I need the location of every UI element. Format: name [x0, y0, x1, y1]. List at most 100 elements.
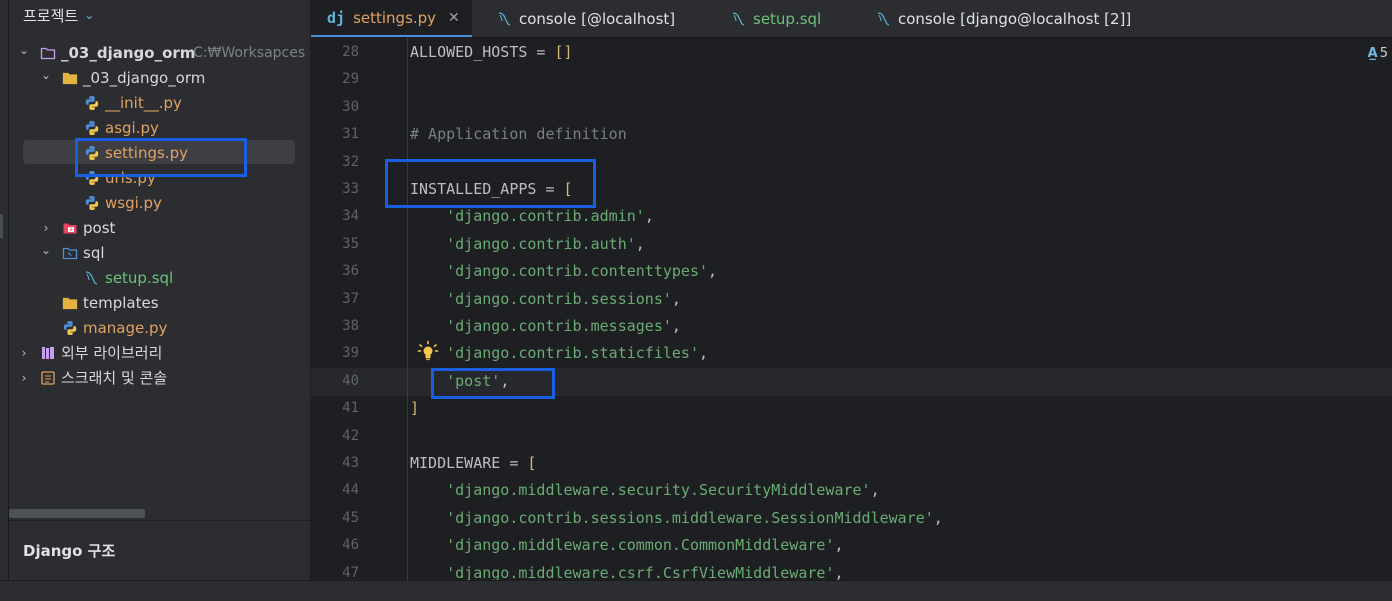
tree-item-label: setup.sql: [105, 268, 174, 287]
tree-item[interactable]: › Bpost: [9, 215, 310, 240]
code-line[interactable]: INSTALLED_APPS = [: [410, 176, 573, 203]
sql-folder-icon: [61, 244, 79, 262]
gutter-divider: [407, 38, 408, 580]
line-number: 42: [342, 427, 359, 444]
python-file-icon: [83, 194, 101, 212]
inspection-widget[interactable]: A̲ 5: [1368, 46, 1388, 61]
tree-item[interactable]: wsgi.py: [9, 190, 310, 215]
editor-tab[interactable]: console [django@localhost [2]]: [860, 0, 1143, 37]
line-number: 39: [342, 345, 359, 362]
editor-tab[interactable]: setup.sql: [715, 0, 833, 37]
line-number: 43: [342, 455, 359, 471]
line-number: 35: [342, 235, 359, 252]
tree-item-path: C:₩Worksapces: [193, 44, 306, 61]
tool-strip-marker: [0, 214, 3, 238]
chevron-down-icon[interactable]: ⌄: [17, 43, 31, 57]
folder-icon: [61, 294, 79, 312]
code-line[interactable]: MIDDLEWARE = [: [410, 450, 536, 477]
line-number: 34: [342, 208, 359, 225]
code-line[interactable]: ]: [410, 395, 419, 422]
tree-item[interactable]: › 외부 라이브러리: [9, 340, 310, 365]
project-panel-title: 프로젝트: [23, 6, 79, 25]
code-line[interactable]: 'django.middleware.common.CommonMiddlewa…: [410, 532, 843, 559]
line-number: 32: [342, 153, 359, 170]
tree-item[interactable]: asgi.py: [9, 115, 310, 140]
chevron-right-icon[interactable]: ›: [17, 371, 31, 385]
python-file-icon: [83, 144, 101, 162]
tree-item[interactable]: urls.py: [9, 165, 310, 190]
code-line[interactable]: 'post',: [410, 368, 509, 395]
library-icon: [39, 344, 57, 362]
code-editor[interactable]: A̲ 5 28 ALLOWED_HOSTS = [] 29 30 31 # Applica…: [311, 38, 1392, 580]
python-file-icon: [83, 94, 101, 112]
tree-item[interactable]: setup.sql: [9, 265, 310, 290]
line-number: 41: [342, 400, 359, 417]
scratches-icon: [39, 369, 57, 387]
tree-item-label: 스크래치 및 콘솔: [61, 369, 168, 387]
tree-item[interactable]: ⌄ _03_django_orm C:₩Worksapces: [9, 40, 310, 65]
chevron-down-icon[interactable]: ⌄: [84, 8, 94, 22]
line-number: 46: [342, 537, 359, 554]
code-line[interactable]: # Application definition: [410, 121, 627, 148]
line-number: 37: [342, 290, 359, 307]
code-line[interactable]: 'django.contrib.contenttypes',: [410, 258, 717, 285]
project-panel-header[interactable]: 프로젝트 ⌄: [23, 4, 94, 26]
tree-item[interactable]: ⌄ sql: [9, 240, 310, 265]
code-line[interactable]: 'django.contrib.sessions.middleware.Sess…: [410, 505, 943, 532]
panel-divider: [9, 520, 310, 521]
line-number: 38: [342, 318, 359, 334]
line-number: 29: [342, 71, 359, 88]
line-number: 40: [342, 372, 359, 389]
inspection-count: 5: [1379, 46, 1388, 61]
python-file-icon: [83, 119, 101, 137]
line-number: 28: [342, 44, 359, 60]
tree-item[interactable]: __init__.py: [9, 90, 310, 115]
django-icon: dj: [327, 8, 346, 27]
code-line[interactable]: 'django.contrib.messages',: [410, 313, 681, 340]
dolphin-icon: [731, 11, 747, 27]
editor-tab-label: settings.py: [353, 8, 437, 27]
chevron-down-icon[interactable]: ⌄: [39, 243, 53, 257]
code-line[interactable]: ALLOWED_HOSTS = []: [410, 39, 573, 66]
tree-item[interactable]: › 스크래치 및 콘솔: [9, 365, 310, 390]
structure-panel-title: Django 구조: [23, 542, 116, 560]
tree-item-label: manage.py: [83, 318, 168, 337]
tree-item-label: asgi.py: [105, 118, 159, 137]
editor-tab[interactable]: dj settings.py ✕: [311, 0, 472, 37]
code-line[interactable]: 'django.middleware.security.SecurityMidd…: [410, 477, 879, 504]
code-line[interactable]: 'django.contrib.auth',: [410, 231, 645, 258]
tree-item[interactable]: ⌄ _03_django_orm: [9, 65, 310, 90]
code-line[interactable]: 'django.middleware.csrf.CsrfViewMiddlewa…: [410, 560, 843, 580]
horizontal-scrollbar[interactable]: [9, 509, 145, 518]
code-line[interactable]: 'django.contrib.admin',: [410, 203, 654, 230]
dolphin-icon: [497, 11, 513, 27]
dolphin-icon: [876, 11, 892, 27]
code-line[interactable]: 'django.contrib.sessions',: [410, 286, 681, 313]
left-tool-strip: [0, 0, 9, 600]
chevron-right-icon[interactable]: ›: [17, 346, 31, 360]
code-line[interactable]: 'django.contrib.staticfiles',: [410, 340, 708, 367]
editor-tab[interactable]: console [@localhost]: [481, 0, 687, 37]
status-bar: [0, 580, 1392, 601]
tree-item[interactable]: templates: [9, 290, 310, 315]
editor-tab-label: console [@localhost]: [519, 9, 676, 28]
tree-item[interactable]: settings.py: [9, 140, 310, 165]
chevron-right-icon[interactable]: ›: [39, 221, 53, 235]
line-number: 30: [342, 98, 359, 115]
svg-text:B: B: [69, 227, 72, 233]
editor-tab-label: console [django@localhost [2]]: [898, 9, 1132, 28]
line-number: 47: [342, 564, 359, 580]
close-icon[interactable]: ✕: [448, 10, 460, 26]
tree-item-label: post: [83, 218, 116, 237]
chevron-down-icon[interactable]: ⌄: [39, 68, 53, 82]
tree-item-label: 외부 라이브러리: [61, 344, 163, 362]
editor-tab-label: setup.sql: [753, 9, 822, 28]
line-number: 44: [342, 482, 359, 499]
sql-file-icon: [83, 269, 101, 287]
tree-item[interactable]: manage.py: [9, 315, 310, 340]
tree-item-label: _03_django_orm: [83, 68, 206, 87]
project-folder-icon: [39, 44, 57, 62]
project-panel: 프로젝트 ⌄ ⌄ _03_django_orm C:₩Worksapces ⌄ _03_…: [9, 0, 311, 580]
line-number: 31: [342, 126, 359, 143]
line-number: 45: [342, 509, 359, 526]
